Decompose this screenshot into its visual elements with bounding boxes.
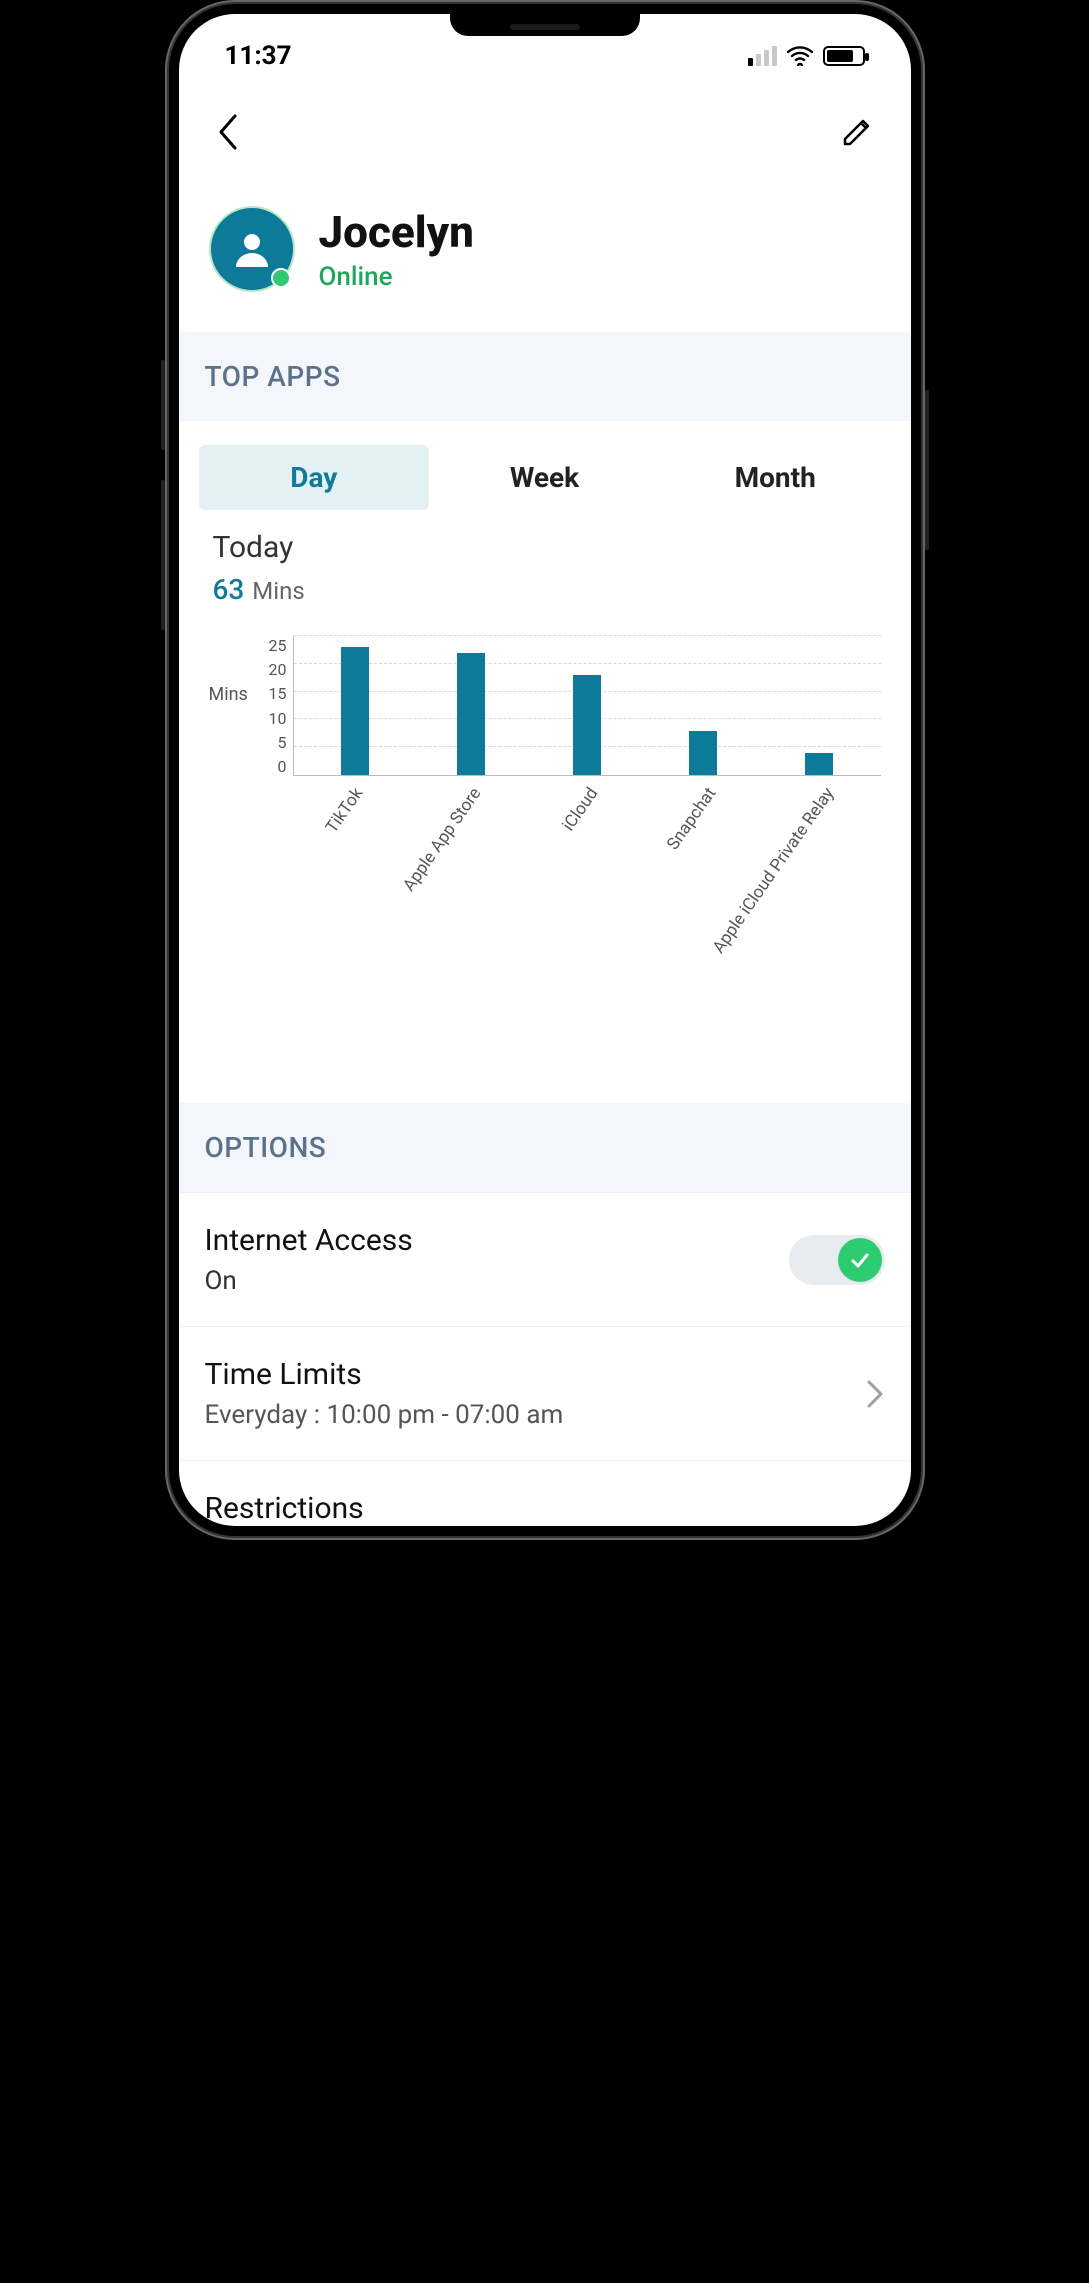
notch	[450, 14, 640, 36]
wifi-icon	[787, 46, 813, 66]
chart-bar	[413, 636, 529, 775]
option-restrictions[interactable]: Restrictions	[179, 1460, 911, 1526]
option-title: Time Limits	[205, 1357, 564, 1392]
option-title: Restrictions	[205, 1491, 364, 1526]
chart-bar	[761, 636, 877, 775]
today-minutes: 63	[213, 573, 245, 606]
section-top-apps-header: TOP APPS	[179, 332, 911, 421]
chart-y-axis-label: Mins	[209, 636, 259, 705]
ytick: 5	[259, 733, 287, 752]
check-icon	[849, 1249, 871, 1271]
today-value: 63 Mins	[213, 573, 877, 606]
option-title: Internet Access	[205, 1223, 413, 1258]
tab-week[interactable]: Week	[429, 445, 660, 510]
ytick: 0	[259, 757, 287, 776]
time-range-tabs: Day Week Month	[179, 421, 911, 520]
internet-access-toggle[interactable]	[789, 1235, 885, 1285]
avatar[interactable]	[209, 206, 295, 292]
tab-month[interactable]: Month	[660, 445, 891, 510]
profile-status: Online	[319, 262, 474, 292]
option-internet-access[interactable]: Internet Access On	[179, 1192, 911, 1326]
status-time: 11:37	[225, 41, 292, 71]
chart-plot-area	[293, 636, 881, 776]
phone-frame: 11:37	[165, 0, 925, 1540]
chart-bar	[645, 636, 761, 775]
chevron-left-icon	[215, 112, 243, 152]
chart-bars	[294, 636, 881, 775]
chart-x-label: iCloud	[528, 776, 646, 976]
profile-block: Jocelyn Online	[179, 166, 911, 332]
side-button	[161, 480, 165, 630]
option-time-limits[interactable]: Time Limits Everyday : 10:00 pm - 07:00 …	[179, 1326, 911, 1460]
online-indicator-icon	[271, 268, 291, 288]
person-icon	[230, 227, 274, 271]
cellular-signal-icon	[748, 46, 777, 66]
profile-name: Jocelyn	[319, 206, 474, 258]
chart-bar	[298, 636, 414, 775]
option-value: On	[205, 1266, 413, 1296]
app-header	[179, 78, 911, 166]
side-button	[161, 360, 165, 450]
chart-x-label: Snapchat	[645, 776, 763, 976]
today-label: Today	[213, 530, 877, 565]
toggle-knob	[838, 1238, 882, 1282]
chart-y-ticks: 25 20 15 10 5 0	[259, 636, 293, 776]
option-value: Everyday : 10:00 pm - 07:00 am	[205, 1400, 564, 1430]
tab-day[interactable]: Day	[199, 445, 430, 510]
edit-button[interactable]	[833, 108, 881, 156]
screen: 11:37	[179, 14, 911, 1526]
ytick: 25	[259, 636, 287, 655]
chevron-right-icon	[865, 1378, 885, 1410]
back-button[interactable]	[205, 108, 253, 156]
today-unit: Mins	[252, 577, 304, 605]
chart-x-label: Apple iCloud Private Relay	[763, 776, 881, 976]
ytick: 20	[259, 660, 287, 679]
section-options-header: OPTIONS	[179, 1103, 911, 1192]
top-apps-chart: Mins 25 20 15 10 5 0	[179, 606, 911, 1036]
chart-bar	[529, 636, 645, 775]
chart-x-label: TikTok	[293, 776, 411, 976]
today-summary: Today 63 Mins	[179, 520, 911, 606]
side-button	[925, 390, 929, 550]
chart-x-labels: TikTokApple App StoreiCloudSnapchatApple…	[293, 776, 881, 976]
ytick: 15	[259, 684, 287, 703]
ytick: 10	[259, 709, 287, 728]
status-icons	[748, 46, 865, 66]
chart-x-label: Apple App Store	[410, 776, 528, 976]
battery-icon	[823, 46, 865, 66]
pencil-icon	[839, 114, 875, 150]
